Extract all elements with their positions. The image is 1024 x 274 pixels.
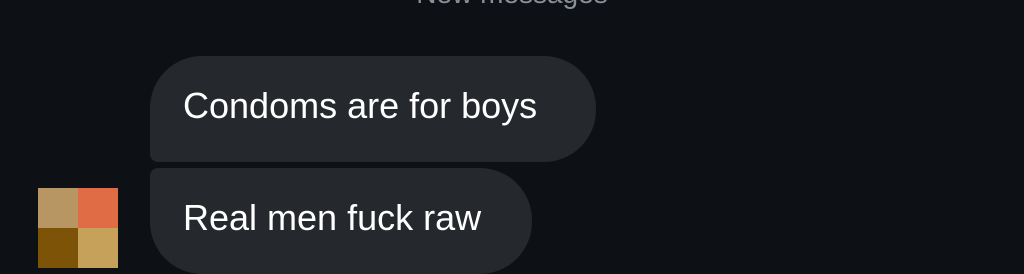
- avatar[interactable]: [38, 188, 118, 268]
- avatar-pixel: [78, 228, 118, 268]
- message-bubble[interactable]: Real men fuck raw: [150, 168, 532, 274]
- avatar-pixel: [78, 188, 118, 228]
- message-text: Condoms are for boys: [183, 85, 538, 126]
- message-bubble[interactable]: Condoms are for boys: [150, 56, 596, 162]
- new-messages-divider: New messages: [0, 0, 1024, 8]
- avatar-pixel: [38, 228, 78, 268]
- message-text: Real men fuck raw: [183, 197, 482, 238]
- avatar-pixel: [38, 188, 78, 228]
